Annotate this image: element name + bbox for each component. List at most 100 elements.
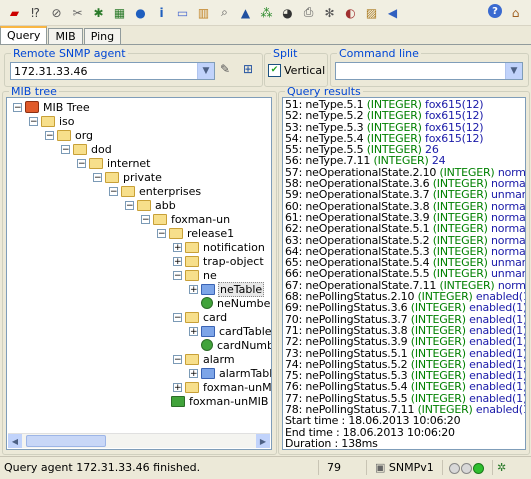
network-icon[interactable]: ⁂ bbox=[258, 4, 275, 21]
tree-node-label: dod bbox=[91, 142, 112, 156]
tree-node-label: foxman-un bbox=[171, 212, 231, 226]
table-view-icon[interactable]: ▦ bbox=[111, 4, 128, 21]
tab-strip: Query MIB Ping bbox=[0, 26, 122, 46]
tab-ping[interactable]: Ping bbox=[83, 28, 122, 45]
remote-agent-combo[interactable]: 172.31.33.46 ▼ bbox=[10, 62, 215, 80]
collapse-icon[interactable]: − bbox=[61, 144, 70, 154]
tree-node[interactable]: foxman-unMIB bbox=[171, 394, 269, 408]
tree-node[interactable]: − alarm bbox=[173, 352, 236, 366]
info-icon[interactable]: i bbox=[153, 4, 170, 21]
tree-node-label: notification bbox=[203, 240, 265, 254]
tree-node[interactable]: + cardTable bbox=[189, 324, 271, 338]
tab-query[interactable]: Query bbox=[0, 26, 48, 46]
collapse-icon[interactable]: − bbox=[173, 270, 182, 280]
tree-node-label: alarmTable bbox=[219, 366, 272, 380]
tree-node[interactable]: − dod bbox=[61, 142, 113, 156]
mib-tree-view[interactable]: − MIB Tree − iso − org − dod − internet − priv… bbox=[6, 97, 272, 450]
trap-icon[interactable]: ◀ bbox=[384, 4, 401, 21]
folder-icon bbox=[121, 185, 135, 197]
tree-node-label: org bbox=[75, 128, 94, 142]
expand-icon[interactable]: + bbox=[173, 242, 182, 252]
tree-node[interactable]: − MIB Tree bbox=[13, 100, 91, 114]
horizontal-scrollbar[interactable]: ◀ ▶ bbox=[8, 433, 270, 448]
tree-node[interactable]: − foxman-un bbox=[141, 212, 231, 226]
checkmark-icon[interactable]: ✔ bbox=[268, 64, 281, 77]
tree-node[interactable]: − private bbox=[93, 170, 163, 184]
light-green-icon bbox=[473, 462, 484, 474]
scroll-left-icon[interactable]: ◀ bbox=[8, 434, 22, 448]
tree-node[interactable]: neNumber bbox=[201, 296, 271, 310]
query-panel: Remote SNMP agent 172.31.33.46 ▼ ✎ ⊞ Spl… bbox=[0, 44, 531, 456]
print-icon[interactable]: ⎙ bbox=[300, 4, 317, 21]
help-icon[interactable]: ? bbox=[488, 4, 502, 18]
window-icon[interactable]: ▭ bbox=[174, 4, 191, 21]
expand-icon[interactable]: + bbox=[173, 256, 182, 266]
collapse-icon[interactable]: − bbox=[93, 172, 102, 182]
status-message: Query agent 172.31.33.46 finished. bbox=[4, 461, 201, 474]
tools-icon[interactable]: ✂ bbox=[69, 4, 86, 21]
collapse-icon[interactable]: − bbox=[157, 228, 166, 238]
expand-icon[interactable]: + bbox=[189, 284, 198, 294]
tree-node[interactable]: − release1 bbox=[157, 226, 235, 240]
home-icon[interactable]: ⌂ bbox=[507, 4, 524, 21]
status-lights bbox=[442, 460, 492, 475]
tree-icon[interactable]: ✱ bbox=[90, 4, 107, 21]
tab-mib[interactable]: MIB bbox=[48, 28, 83, 45]
mib-compiler-icon[interactable]: ▨ bbox=[363, 4, 380, 21]
tree-node-label: ne bbox=[203, 268, 217, 282]
scroll-right-icon[interactable]: ▶ bbox=[256, 434, 270, 448]
expand-icon[interactable]: + bbox=[173, 382, 182, 392]
collapse-icon[interactable]: − bbox=[29, 116, 38, 126]
snmp-get-icon[interactable]: ▰ bbox=[6, 4, 23, 21]
vertical-checkbox[interactable]: ✔ Vertical bbox=[268, 64, 325, 77]
tree-node[interactable]: + trap-object bbox=[173, 254, 265, 268]
tree-node[interactable]: cardNumber bbox=[201, 338, 271, 352]
tree-node[interactable]: − abb bbox=[125, 198, 177, 212]
expand-icon[interactable]: + bbox=[189, 326, 198, 336]
collapse-icon[interactable]: − bbox=[141, 214, 150, 224]
settings-icon[interactable]: ✻ bbox=[321, 4, 338, 21]
light-off-icon bbox=[461, 462, 472, 474]
remote-agent-value: 172.31.33.46 bbox=[14, 65, 88, 78]
command-line-combo[interactable]: ▼ bbox=[335, 62, 523, 80]
expand-icon[interactable]: + bbox=[189, 368, 198, 378]
tree-node[interactable]: − ne bbox=[173, 268, 218, 282]
tree-node[interactable]: − iso bbox=[29, 114, 76, 128]
collapse-icon[interactable]: − bbox=[45, 130, 54, 140]
tree-node[interactable]: + foxman-unMIBC bbox=[173, 380, 271, 394]
agent-tree-icon[interactable]: ⊞ bbox=[243, 62, 259, 78]
tree-node[interactable]: − enterprises bbox=[109, 184, 202, 198]
chevron-down-icon[interactable]: ▼ bbox=[197, 63, 214, 79]
split-legend: Split bbox=[273, 47, 298, 60]
tree-node[interactable]: + neTable bbox=[189, 281, 265, 297]
chevron-down-icon[interactable]: ▼ bbox=[505, 63, 522, 79]
collapse-icon[interactable]: − bbox=[109, 186, 118, 196]
collapse-icon[interactable]: − bbox=[125, 200, 134, 210]
tree-node-label: abb bbox=[155, 198, 176, 212]
search-icon[interactable]: ⌕ bbox=[216, 4, 233, 21]
globe-icon[interactable]: ● bbox=[132, 4, 149, 21]
collapse-icon[interactable]: − bbox=[77, 158, 86, 168]
collapse-icon[interactable]: − bbox=[13, 102, 22, 112]
tree-node-label: neTable bbox=[218, 281, 265, 297]
tree-node[interactable]: − internet bbox=[77, 156, 152, 170]
tree-node[interactable]: − org bbox=[45, 128, 94, 142]
query-results-view[interactable]: 51: neType.5.1 (INTEGER) fox615(12) 52: n… bbox=[282, 97, 526, 450]
results-text: 51: neType.5.1 (INTEGER) fox615(12) 52: n… bbox=[285, 99, 525, 449]
snmp-getnext-icon[interactable]: ⁉ bbox=[27, 4, 44, 21]
command-line-legend: Command line bbox=[339, 47, 419, 60]
pie-icon[interactable]: ◕ bbox=[279, 4, 296, 21]
agent-properties-icon[interactable]: ✎ bbox=[220, 62, 236, 78]
graph-icon[interactable]: ▲ bbox=[237, 4, 254, 21]
folder-icon bbox=[169, 227, 183, 239]
tree-node[interactable]: − card bbox=[173, 310, 228, 324]
chart-icon[interactable]: ▥ bbox=[195, 4, 212, 21]
tree-node[interactable]: + alarmTable bbox=[189, 366, 272, 380]
tree-node[interactable]: + notification bbox=[173, 240, 266, 254]
table-folder-icon bbox=[201, 283, 215, 295]
scroll-thumb[interactable] bbox=[26, 435, 106, 447]
snmp-walk-icon[interactable]: ⊘ bbox=[48, 4, 65, 21]
collapse-icon[interactable]: − bbox=[173, 312, 182, 322]
collapse-icon[interactable]: − bbox=[173, 354, 182, 364]
manager-icon[interactable]: ◐ bbox=[342, 4, 359, 21]
